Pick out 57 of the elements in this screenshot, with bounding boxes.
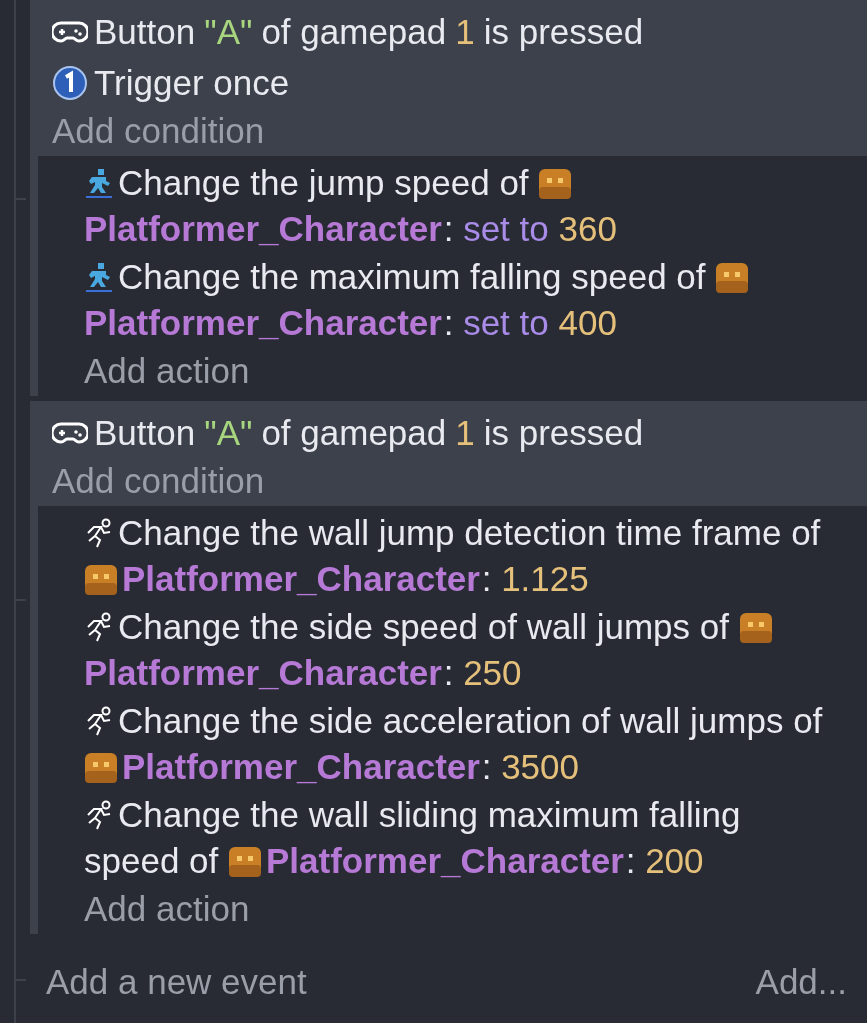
character-icon	[715, 261, 750, 295]
add-action-link[interactable]: Add action	[84, 886, 250, 932]
object-name: Platformer_Character	[266, 841, 624, 880]
string-value: "A"	[204, 11, 253, 52]
object-name: Platformer_Character	[122, 747, 480, 786]
instruction-text: of	[791, 513, 821, 552]
instruction-text: is pressed	[483, 11, 644, 52]
operator-text: set to	[463, 303, 549, 342]
instruction-text: of	[793, 701, 823, 740]
character-icon	[228, 845, 262, 879]
add-event-link[interactable]: Add a new event	[46, 959, 307, 1005]
add-condition-link[interactable]: Add condition	[52, 458, 265, 504]
instruction-text: Button	[94, 412, 196, 453]
add-action-link[interactable]: Add action	[84, 348, 250, 394]
number-value: 250	[463, 653, 522, 692]
object-name: Platformer_Character	[122, 559, 480, 598]
object-name: Platformer_Character	[84, 209, 442, 248]
instruction-text: speed of	[84, 841, 219, 880]
instruction-text: of gamepad	[261, 412, 447, 453]
object-name: Platformer_Character	[84, 653, 442, 692]
number-value: 200	[645, 841, 704, 880]
add-condition-link[interactable]: Add condition	[52, 108, 265, 154]
gamepad-icon	[52, 420, 88, 445]
instruction-text: Change the side speed of wall jumps of	[118, 607, 729, 646]
separator-text: :	[481, 747, 492, 786]
number-value: 1	[455, 11, 475, 52]
instruction-text: Change the jump speed of	[118, 163, 529, 202]
separator-text: :	[443, 303, 454, 342]
number-value: 1	[455, 412, 475, 453]
number-value: 1.125	[501, 559, 589, 598]
number-value: 360	[558, 209, 617, 248]
number-value: 3500	[501, 747, 579, 786]
instruction-text: Change the wall jump detection time frame	[118, 513, 782, 552]
instruction-text: Change the wall sliding maximum falling	[118, 795, 741, 834]
separator-text: :	[481, 559, 492, 598]
separator-text: :	[443, 653, 454, 692]
string-value: "A"	[204, 412, 253, 453]
number-value: 400	[558, 303, 617, 342]
operator-text: set to	[463, 209, 549, 248]
jumping-figure-icon	[84, 261, 114, 293]
add-menu-link[interactable]: Add...	[755, 959, 847, 1005]
instruction-text: Change the side acceleration of wall jumps	[118, 701, 784, 740]
number-one-icon	[52, 64, 88, 101]
gamepad-icon	[52, 19, 88, 44]
instruction-text: of gamepad	[261, 11, 447, 52]
instruction-text: Trigger once	[94, 62, 290, 103]
instruction-text: is pressed	[483, 412, 644, 453]
jumping-figure-icon	[84, 167, 114, 199]
separator-text: :	[625, 841, 636, 880]
instruction-text: Change the maximum falling speed of	[118, 257, 706, 296]
character-icon	[538, 167, 573, 201]
character-icon	[84, 751, 118, 785]
instruction-text: Button	[94, 11, 196, 52]
character-icon	[84, 563, 118, 597]
character-icon	[738, 611, 773, 645]
object-name: Platformer_Character	[84, 303, 442, 342]
separator-text: :	[443, 209, 454, 248]
